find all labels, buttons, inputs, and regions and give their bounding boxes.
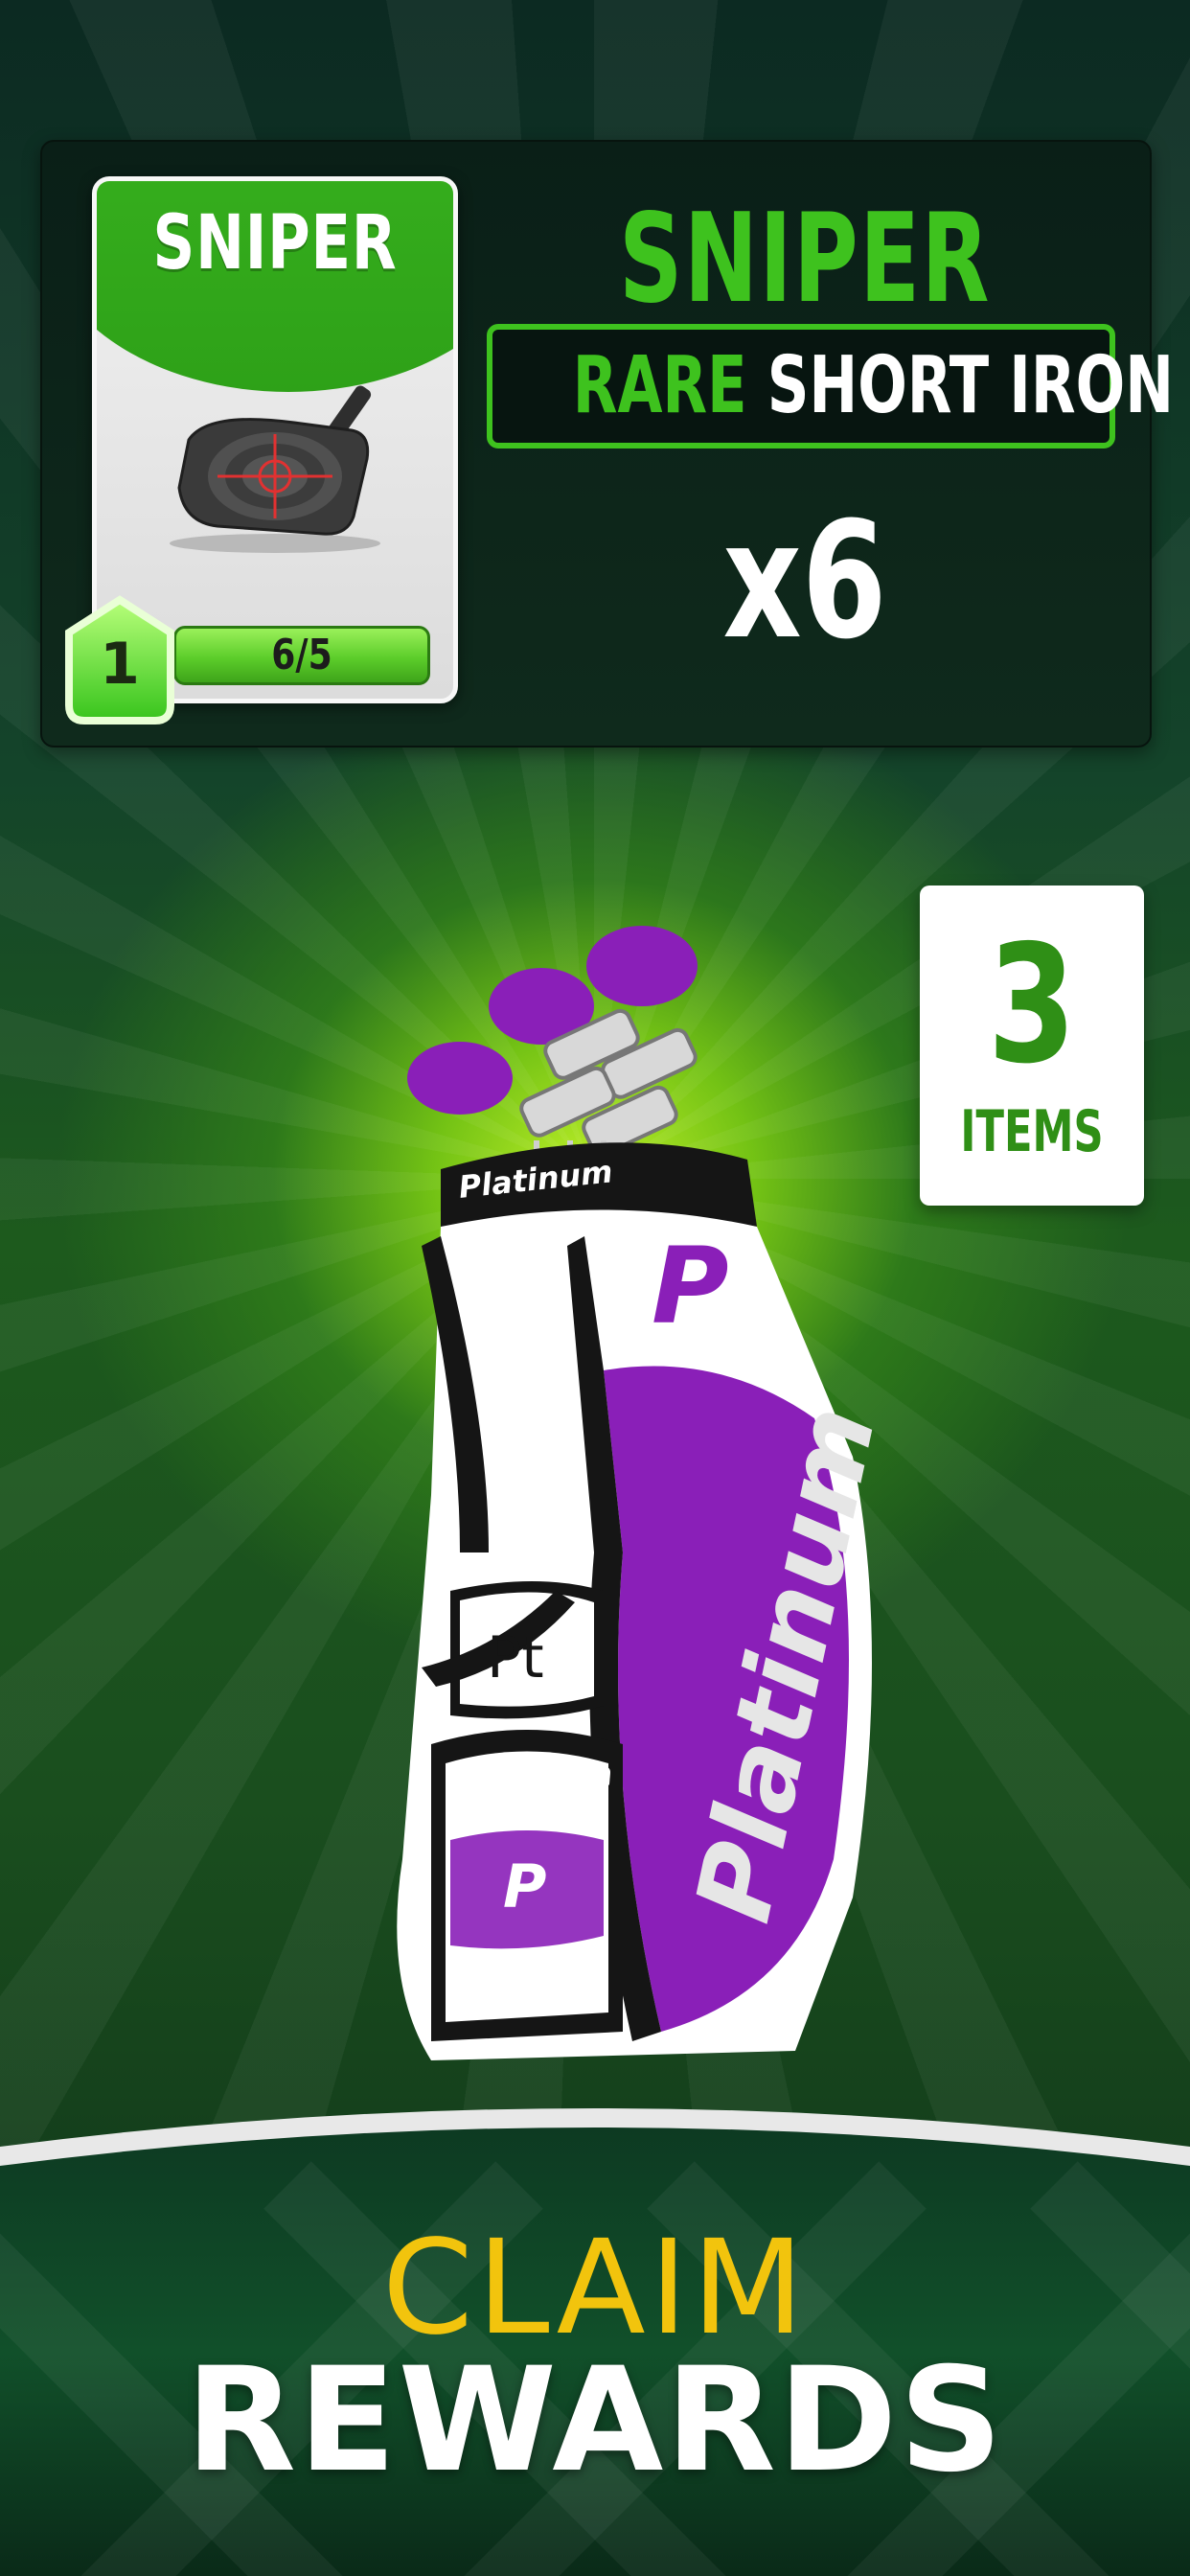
claim-title-line2: REWARDS — [185, 2337, 1005, 2504]
golf-bag-icon[interactable]: P P Pt Platinum Platinum Platinum — [316, 920, 910, 2108]
iron-club-icon — [170, 385, 380, 553]
bag-logo: P — [652, 1225, 729, 1347]
card-progress-bar: 6/5 — [173, 626, 430, 685]
items-counter: 3 ITEMS — [920, 886, 1144, 1206]
card-progress-text: 6/5 — [271, 631, 332, 679]
rarity-text: RARE SHORT IRON — [572, 330, 1174, 443]
reward-quantity: x6 — [722, 487, 887, 675]
items-label: ITEMS — [960, 1098, 1104, 1165]
items-count: 3 — [987, 910, 1077, 1100]
card-title: SNIPER — [152, 200, 398, 287]
reward-screen: SNIPER 6/5 1 SNIPER RARE SHORT IRON x6 3… — [0, 0, 1190, 2576]
bag-patch-text: Pt — [487, 1624, 544, 1691]
reward-item-name: SNIPER — [619, 188, 991, 331]
bag-pocket-logo: P — [503, 1852, 546, 1921]
level-badge: 1 — [57, 594, 182, 728]
rarity-banner: RARE SHORT IRON — [487, 324, 1174, 448]
claim-title-line1: CLAIM — [381, 2213, 809, 2364]
rarity-label: RARE — [572, 340, 747, 431]
club-type-label: SHORT IRON — [767, 340, 1174, 431]
level-number: 1 — [100, 631, 140, 698]
